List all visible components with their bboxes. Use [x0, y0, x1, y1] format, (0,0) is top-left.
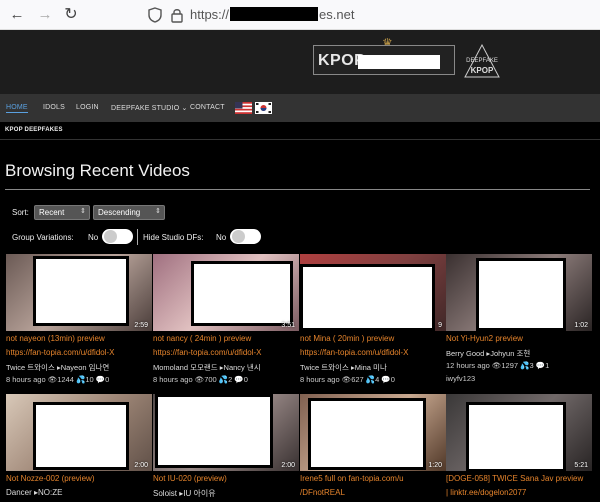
video-title[interactable]: not nancy ( 24min ) preview: [153, 334, 251, 343]
video-stats: 8 hours ago 👁700 💦2 💬0: [153, 375, 248, 384]
sort-label: Sort:: [12, 208, 29, 217]
video-duration: 2:00: [134, 462, 148, 469]
nav-studio-label: DEEPFAKE STUDIO: [111, 105, 180, 112]
reload-icon[interactable]: ↻: [62, 6, 80, 24]
video-thumbnail[interactable]: 5:21: [446, 394, 592, 471]
video-link[interactable]: https://fan-topia.com/u/dfidol-X: [6, 348, 115, 357]
hide-studio-value: No: [216, 233, 227, 242]
controls-separator: [137, 229, 138, 245]
video-title[interactable]: Not Nozze-002 (preview): [6, 474, 94, 483]
video-cast[interactable]: Momoland 모모랜드 ▸Nancy 낸시: [153, 362, 261, 373]
video-thumbnail[interactable]: 2:59: [6, 254, 152, 331]
back-arrow-icon[interactable]: ←: [8, 6, 26, 24]
thumbnail-redaction: [466, 402, 566, 471]
shield-icon[interactable]: [148, 7, 162, 23]
korea-flag-icon[interactable]: [255, 102, 272, 114]
hide-studio-toggle[interactable]: [230, 229, 261, 244]
hide-studio-label: Hide Studio DFs:: [143, 233, 204, 242]
browser-toolbar: ← → ↻ https:// es.net: [0, 0, 600, 30]
deepfake-badge-logo: DEEPFAKE KPOP: [464, 43, 500, 78]
video-duration: 2:00: [281, 462, 295, 469]
us-flag-icon[interactable]: [235, 102, 252, 114]
video-title[interactable]: [DOGE-058] TWICE Sana Jav preview: [446, 474, 583, 483]
video-duration: 1:02: [574, 322, 588, 329]
video-thumbnail[interactable]: 2:00: [153, 394, 299, 471]
video-link[interactable]: https://fan-topia.com/u/dfidol-X: [300, 348, 409, 357]
toggle-knob: [104, 230, 117, 243]
thumbnail-redaction: [191, 261, 293, 326]
video-thumbnail[interactable]: 1:02: [446, 254, 592, 331]
video-stats: 12 hours ago 👁1297 💦3 💬1: [446, 361, 550, 370]
video-duration: 2:59: [134, 322, 148, 329]
video-title[interactable]: Not IU-020 (preview): [153, 474, 227, 483]
address-bar[interactable]: https:// es.net: [190, 7, 354, 22]
title-divider: [5, 189, 590, 190]
video-title[interactable]: not Mina ( 20min ) preview: [300, 334, 394, 343]
nav-login[interactable]: LOGIN: [76, 104, 99, 111]
select-arrows-icon: ⇕: [80, 208, 86, 215]
video-thumbnail[interactable]: 2:00: [6, 394, 152, 471]
video-thumbnail[interactable]: 3:51: [153, 254, 299, 331]
main-navbar: HOME IDOLS LOGIN DEEPFAKE STUDIO ⌄ CONTA…: [0, 94, 600, 122]
toggle-knob: [232, 230, 245, 243]
thumbnail-redaction: [476, 258, 566, 331]
url-redaction: [230, 7, 319, 21]
group-variations-toggle[interactable]: [102, 229, 133, 244]
order-select[interactable]: Descending ⇕: [93, 205, 165, 220]
video-cast[interactable]: Dancer ▸NO:ZE: [6, 488, 62, 497]
site-banner: [0, 30, 600, 94]
video-thumbnail[interactable]: 1:20: [300, 394, 446, 471]
video-cast[interactable]: Soloist ▸IU 아이유: [153, 488, 216, 499]
group-variations-value: No: [88, 233, 99, 242]
video-thumbnail[interactable]: 9: [300, 254, 446, 331]
video-duration: 5:21: [574, 462, 588, 469]
nav-contact[interactable]: CONTACT: [190, 104, 225, 111]
sort-select-value: Recent: [39, 208, 65, 217]
video-cast[interactable]: Berry Good ▸Johyun 조현: [446, 348, 530, 359]
nav-deepfake-studio[interactable]: DEEPFAKE STUDIO ⌄: [111, 104, 188, 112]
logo-redaction: [358, 55, 440, 69]
video-cast[interactable]: Twice 트와이스 ▸Mina 미나: [300, 362, 387, 373]
select-arrows-icon: ⇕: [155, 208, 161, 215]
video-cast[interactable]: Twice 트와이스 ▸Nayeon 임나연: [6, 362, 109, 373]
thumbnail-redaction: [308, 398, 426, 470]
badge-line1: DEEPFAKE: [466, 58, 498, 64]
page-title: Browsing Recent Videos: [5, 161, 190, 180]
video-link[interactable]: https://fan-topia.com/u/dfidol-X: [153, 348, 262, 357]
url-prefix: https://: [190, 7, 230, 22]
thumbnail-redaction: [155, 394, 273, 468]
group-variations-label: Group Variations:: [12, 233, 74, 242]
forward-arrow-icon[interactable]: →: [36, 6, 54, 24]
thumbnail-redaction: [300, 264, 435, 331]
nav-home[interactable]: HOME: [6, 104, 28, 113]
nav-idols[interactable]: IDOLS: [43, 104, 65, 111]
video-link[interactable]: /DFnotREAL: [300, 488, 345, 497]
lock-icon[interactable]: [170, 7, 184, 23]
site-label-bar: KPOP DEEPFAKES: [0, 122, 600, 140]
site-logo[interactable]: KPOP: [313, 45, 455, 75]
video-uploader[interactable]: iwyfv123: [446, 374, 475, 383]
video-duration: 1:20: [428, 462, 442, 469]
video-title[interactable]: Not Yi-Hyun2 preview: [446, 334, 523, 343]
thumbnail-redaction: [33, 256, 129, 326]
video-stats: 8 hours ago 👁1244 💦10 💬0: [6, 375, 110, 384]
sort-select[interactable]: Recent ⇕: [34, 205, 90, 220]
thumbnail-redaction: [33, 402, 129, 470]
video-link[interactable]: | linktr.ee/dogelon2077: [446, 488, 526, 497]
badge-line2: KPOP: [470, 66, 494, 75]
video-duration: 9: [438, 322, 442, 329]
video-title[interactable]: not nayeon (13min) preview: [6, 334, 105, 343]
video-stats: 8 hours ago 👁627 💦4 💬0: [300, 375, 395, 384]
order-select-value: Descending: [98, 208, 141, 217]
url-suffix: es.net: [319, 7, 355, 22]
video-title[interactable]: Irene5 full on fan-topia.com/u: [300, 474, 404, 483]
site-label: KPOP DEEPFAKES: [5, 127, 63, 133]
video-duration: 3:51: [281, 322, 295, 329]
chevron-down-icon: ⌄: [181, 105, 188, 112]
